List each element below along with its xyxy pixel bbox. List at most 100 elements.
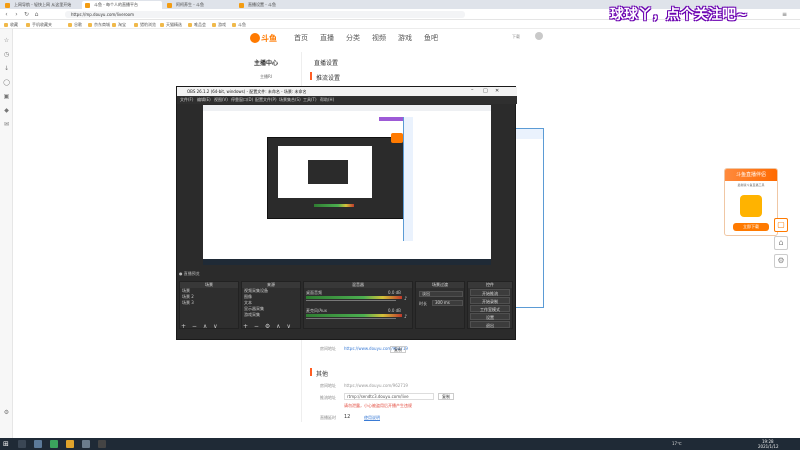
app-icon[interactable] (50, 440, 58, 448)
sources-toolbar[interactable]: + − ⚙ ∧ ∨ (243, 323, 293, 330)
svg-text:斗鱼: 斗鱼 (261, 33, 277, 43)
app-icon[interactable] (66, 440, 74, 448)
settings-button[interactable]: 设置 (470, 313, 510, 320)
stream-watermark: 球球丫，点个关注吧~ (610, 7, 748, 23)
copy-button[interactable]: 复制 (390, 346, 406, 353)
douyu-logo[interactable]: 斗鱼 (250, 32, 278, 44)
url-input[interactable]: https://mp.douyu.com/liveroom (65, 11, 465, 18)
bookmark-item[interactable]: 猎豹浏览 (134, 21, 156, 28)
float-settings-icon[interactable]: ⚙ (774, 254, 788, 268)
bookmark-item[interactable]: 唯品会 (188, 21, 206, 28)
bookmark-item[interactable]: 淘宝 (112, 21, 126, 28)
menu-item[interactable]: 配置文件(P) (255, 96, 277, 104)
nav-category[interactable]: 分类 (346, 33, 360, 43)
menu-item[interactable]: 视图(V) (214, 96, 228, 104)
avatar[interactable] (535, 32, 543, 40)
game-icon[interactable]: ◆ (3, 107, 10, 114)
nav-home[interactable]: 首页 (294, 33, 308, 43)
duration-input[interactable]: 300 ms (432, 300, 463, 306)
exit-button[interactable]: 退出 (470, 321, 510, 328)
window-close-icon[interactable]: ✕ (495, 88, 499, 94)
transitions-title: 场景过渡 (416, 282, 464, 288)
refresh-icon[interactable]: ↻ (22, 10, 31, 19)
menu-item[interactable]: 停靠窗口(D) (231, 96, 253, 104)
browser-tab[interactable]: 阿柯养生 - 斗鱼 (164, 1, 234, 9)
bookmark-item[interactable]: 天猫精选 (160, 21, 182, 28)
nav-video[interactable]: 视频 (372, 33, 386, 43)
home-icon[interactable]: ⌂ (32, 10, 41, 19)
obs-taskbar-icon[interactable] (98, 440, 106, 448)
promo-download-button[interactable]: 立即下载 (733, 223, 769, 231)
sidebar-item[interactable]: 主播RI (260, 74, 272, 80)
stream-url-field[interactable]: rtmp://sendtc3.douyu.com/live (344, 393, 434, 400)
volume-slider[interactable] (306, 300, 396, 301)
obs-preview[interactable] (203, 105, 491, 265)
browser-tab-active[interactable]: 斗鱼 - 每个人的直播平台 (82, 1, 162, 9)
preview-side-panel (403, 117, 413, 241)
star-icon[interactable]: ☆ (3, 37, 10, 44)
chat-icon[interactable]: ◯ (3, 79, 10, 86)
history-icon[interactable]: ◷ (3, 51, 10, 58)
promo-title: 斗鱼直播伴侣 (725, 169, 777, 181)
nav-live[interactable]: 直播 (320, 33, 334, 43)
float-action-icon[interactable]: ▢ (774, 218, 788, 232)
menu-item[interactable]: 编辑(E) (197, 96, 211, 104)
search-icon[interactable] (18, 440, 26, 448)
back-icon[interactable]: ‹ (2, 10, 11, 19)
windows-start-icon[interactable]: ⊞ (3, 440, 11, 448)
menu-icon[interactable]: ≡ (780, 10, 789, 19)
volume-slider[interactable] (306, 318, 396, 319)
nav-yuba[interactable]: 鱼吧 (424, 33, 438, 43)
start-streaming-button[interactable]: 开始推流 (470, 289, 510, 296)
scenes-toolbar[interactable]: + − ∧ ∨ (181, 323, 220, 330)
preview-promo-thumb (391, 133, 403, 143)
tab-label: 阿柯养生 - 斗鱼 (176, 2, 204, 7)
browser-tab[interactable]: 上网导航 - 轻快上网 从这里开始 (2, 1, 80, 9)
menu-item[interactable]: 工具(T) (303, 96, 317, 104)
transitions-dock: 场景过渡 淡出 时长 300 ms (415, 281, 465, 329)
mail-icon[interactable]: ✉ (3, 121, 10, 128)
download-icon[interactable]: ↓ (3, 65, 10, 72)
page-title: 直播设置 (314, 60, 339, 67)
scenes-dock: 场景 场景 场景 2 场景 3 (179, 281, 239, 329)
source-item[interactable]: 游戏采集 (242, 312, 300, 318)
bookmark-item[interactable]: 游戏 (212, 21, 226, 28)
background-window-titlebar (516, 129, 543, 139)
menu-item[interactable]: 文件(F) (180, 96, 193, 104)
nav-game[interactable]: 游戏 (398, 33, 412, 43)
bookmark-item[interactable]: 斗鱼 (232, 21, 246, 28)
obs-menubar: 文件(F) 编辑(E) 视图(V) 停靠窗口(D) 配置文件(P) 场景集合(S… (177, 96, 517, 104)
copy-stream-button[interactable]: 复制 (438, 393, 454, 400)
app-icon[interactable] (82, 440, 90, 448)
app-icon[interactable] (34, 440, 42, 448)
room-addr-label: 房间地址 (320, 346, 336, 351)
bookmark-item[interactable]: 收藏 (4, 21, 18, 28)
bookmark-item[interactable]: 京东商城 (88, 21, 110, 28)
section-marker (310, 72, 312, 80)
mixer-channel-db: 0.0 dB (388, 308, 401, 313)
download-link[interactable]: 下载 (512, 34, 520, 40)
window-maximize-icon[interactable]: □ (483, 88, 488, 94)
bookmark-item[interactable]: 谷歌 (68, 21, 82, 28)
settings-icon[interactable]: ⚙ (3, 409, 10, 416)
share-value: https://www.douyu.com/962719 (344, 383, 408, 388)
live-companion-promo[interactable]: 斗鱼直播伴侣 最新版斗鱼直播工具 立即下载 (724, 168, 778, 236)
browser-tab[interactable]: 直播设置 - 斗鱼 (236, 1, 306, 9)
menu-item[interactable]: 帮助(H) (320, 96, 334, 104)
transition-select[interactable]: 淡出 (419, 291, 463, 297)
menu-item[interactable]: 场景集合(S) (279, 96, 301, 104)
speaker-icon[interactable]: ♪ (404, 314, 407, 320)
speaker-icon[interactable]: ♪ (404, 296, 407, 302)
start-recording-button[interactable]: 开始录制 (470, 297, 510, 304)
shop-icon[interactable]: ▣ (3, 93, 10, 100)
float-home-icon[interactable]: ⌂ (774, 236, 788, 250)
obs-window: OBS 26.1.2 (64-bit, windows) - 配置文件: 未命名… (176, 86, 517, 340)
scene-item[interactable]: 场景 3 (180, 300, 238, 306)
preview-nested-obs-inner (308, 160, 348, 184)
controls-title: 控件 (468, 282, 512, 288)
help-link[interactable]: 使用说明 (364, 415, 380, 421)
window-minimize-icon[interactable]: – (471, 87, 474, 93)
forward-icon[interactable]: › (12, 10, 21, 19)
bookmark-item[interactable]: 手机收藏夹 (26, 21, 52, 28)
studio-mode-button[interactable]: 工作室模式 (470, 305, 510, 312)
